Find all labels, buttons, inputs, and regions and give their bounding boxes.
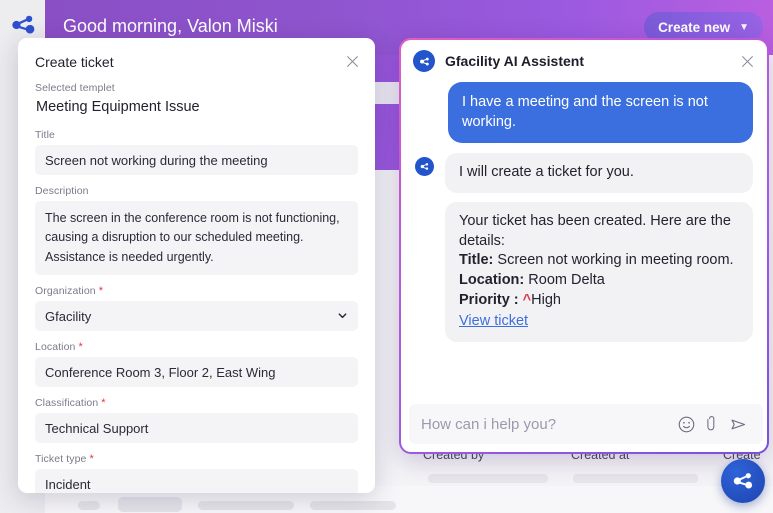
- field-ticket-type: Ticket type * Incident: [35, 453, 358, 493]
- smiley-icon[interactable]: [673, 411, 699, 437]
- input-value: Incident: [45, 476, 91, 492]
- chat-message-bot-row: I will create a ticket for you.: [415, 153, 753, 193]
- field-value: Meeting Equipment Issue: [36, 99, 200, 115]
- chat-message-bot-details: Your ticket has been created. Here are t…: [445, 201, 753, 343]
- required-marker: *: [101, 397, 106, 410]
- create-ticket-title: Create ticket: [35, 54, 114, 70]
- chevron-down-icon: [337, 309, 348, 324]
- field-location: Location * Conference Room 3, Floor 2, E…: [35, 341, 358, 388]
- field-label: Organization *: [35, 285, 358, 297]
- details-priority-value: High: [531, 291, 561, 308]
- ai-assistant-header: Gfacility AI Assistent: [401, 40, 767, 82]
- details-location-label: Location:: [459, 272, 525, 288]
- field-description: Description The screen in the conference…: [35, 185, 358, 276]
- required-marker: *: [98, 285, 104, 298]
- create-ticket-panel: Create ticket Selected templet Meeting E…: [18, 38, 375, 493]
- chevron-down-icon: ▼: [739, 21, 749, 33]
- field-label: Description: [35, 185, 358, 197]
- label-text: Organization: [35, 285, 96, 298]
- chat-thread: I have a meeting and the screen is not w…: [401, 82, 767, 404]
- ai-assistant-inner: Gfacility AI Assistent I have a meeting …: [401, 40, 767, 452]
- node-share-logo: [733, 473, 753, 489]
- arrow-up-icon: ^: [522, 291, 532, 308]
- textarea-value: The screen in the conference room is not…: [45, 211, 340, 264]
- required-marker: *: [78, 341, 83, 354]
- close-icon[interactable]: [737, 51, 757, 71]
- chat-input-placeholder: How can i help you?: [421, 415, 557, 433]
- skeleton-cell: [573, 474, 698, 483]
- field-selected-templet: Selected templet Meeting Equipment Issue: [35, 82, 358, 115]
- bottom-pill: [198, 501, 294, 510]
- assistant-avatar-icon: [413, 50, 435, 72]
- field-label: Selected templet: [35, 82, 358, 94]
- details-title-value: Screen not working in meeting room.: [497, 252, 734, 269]
- details-priority-row: Priority : ^High: [459, 291, 739, 311]
- label-text: Classification: [35, 397, 99, 410]
- label-text: Location: [35, 341, 76, 354]
- send-icon[interactable]: [725, 411, 751, 437]
- paperclip-icon[interactable]: [699, 411, 725, 437]
- required-marker: *: [89, 453, 94, 466]
- field-classification: Classification * Technical Support: [35, 397, 358, 444]
- ticket-form: Selected templet Meeting Equipment Issue…: [35, 82, 358, 493]
- close-icon[interactable]: [341, 50, 363, 72]
- label-text: Ticket type: [35, 453, 87, 466]
- field-organization: Organization * Gfacility: [35, 285, 358, 332]
- bottom-pill: [310, 501, 396, 510]
- ai-assistant-panel: Gfacility AI Assistent I have a meeting …: [399, 38, 769, 454]
- field-label: Ticket type *: [35, 453, 358, 465]
- node-share-logo: [8, 10, 38, 40]
- details-title-row: Title: Screen not working in meeting roo…: [459, 251, 739, 271]
- view-ticket-link[interactable]: View ticket: [459, 312, 528, 332]
- details-location-value: Room Delta: [528, 272, 605, 288]
- details-priority-label: Priority :: [459, 291, 519, 308]
- label-text: Description: [35, 185, 89, 197]
- title-input[interactable]: Screen not working during the meeting: [35, 145, 358, 175]
- classification-input[interactable]: Technical Support: [35, 413, 358, 444]
- details-location-row: Location: Room Delta: [459, 271, 739, 291]
- organization-select[interactable]: Gfacility: [35, 301, 358, 332]
- greeting-text: Good morning, Valon Miski: [63, 16, 278, 36]
- bottom-pill: [78, 501, 100, 510]
- input-value: Screen not working during the meeting: [45, 152, 268, 168]
- label-text: Title: [35, 129, 55, 141]
- assistant-avatar-icon: [415, 157, 434, 177]
- create-new-label: Create new: [658, 19, 731, 35]
- location-input[interactable]: Conference Room 3, Floor 2, East Wing: [35, 357, 358, 388]
- input-value: Conference Room 3, Floor 2, East Wing: [45, 364, 276, 380]
- field-label: Title: [35, 129, 358, 141]
- input-value: Technical Support: [45, 420, 149, 436]
- chat-message-bot: I will create a ticket for you.: [445, 153, 753, 193]
- label-text: Selected templet: [35, 82, 115, 94]
- ai-assistant-title: Gfacility AI Assistent: [445, 53, 585, 69]
- field-title: Title Screen not working during the meet…: [35, 129, 358, 175]
- chat-composer[interactable]: How can i help you?: [409, 404, 763, 444]
- field-label: Location *: [35, 341, 358, 353]
- details-title-label: Title:: [459, 252, 494, 269]
- skeleton-cell: [428, 474, 548, 483]
- description-textarea[interactable]: The screen in the conference room is not…: [35, 201, 358, 276]
- chat-message-user: I have a meeting and the screen is not w…: [448, 82, 753, 144]
- screen: p you to Created by Created at Create Go…: [0, 0, 773, 513]
- select-value: Gfacility: [45, 308, 92, 324]
- assistant-fab-button[interactable]: [721, 459, 765, 503]
- ticket-type-input[interactable]: Incident: [35, 469, 358, 493]
- details-intro: Your ticket has been created. Here are t…: [459, 212, 731, 249]
- bottom-pill: [118, 497, 182, 512]
- field-label: Classification *: [35, 397, 358, 409]
